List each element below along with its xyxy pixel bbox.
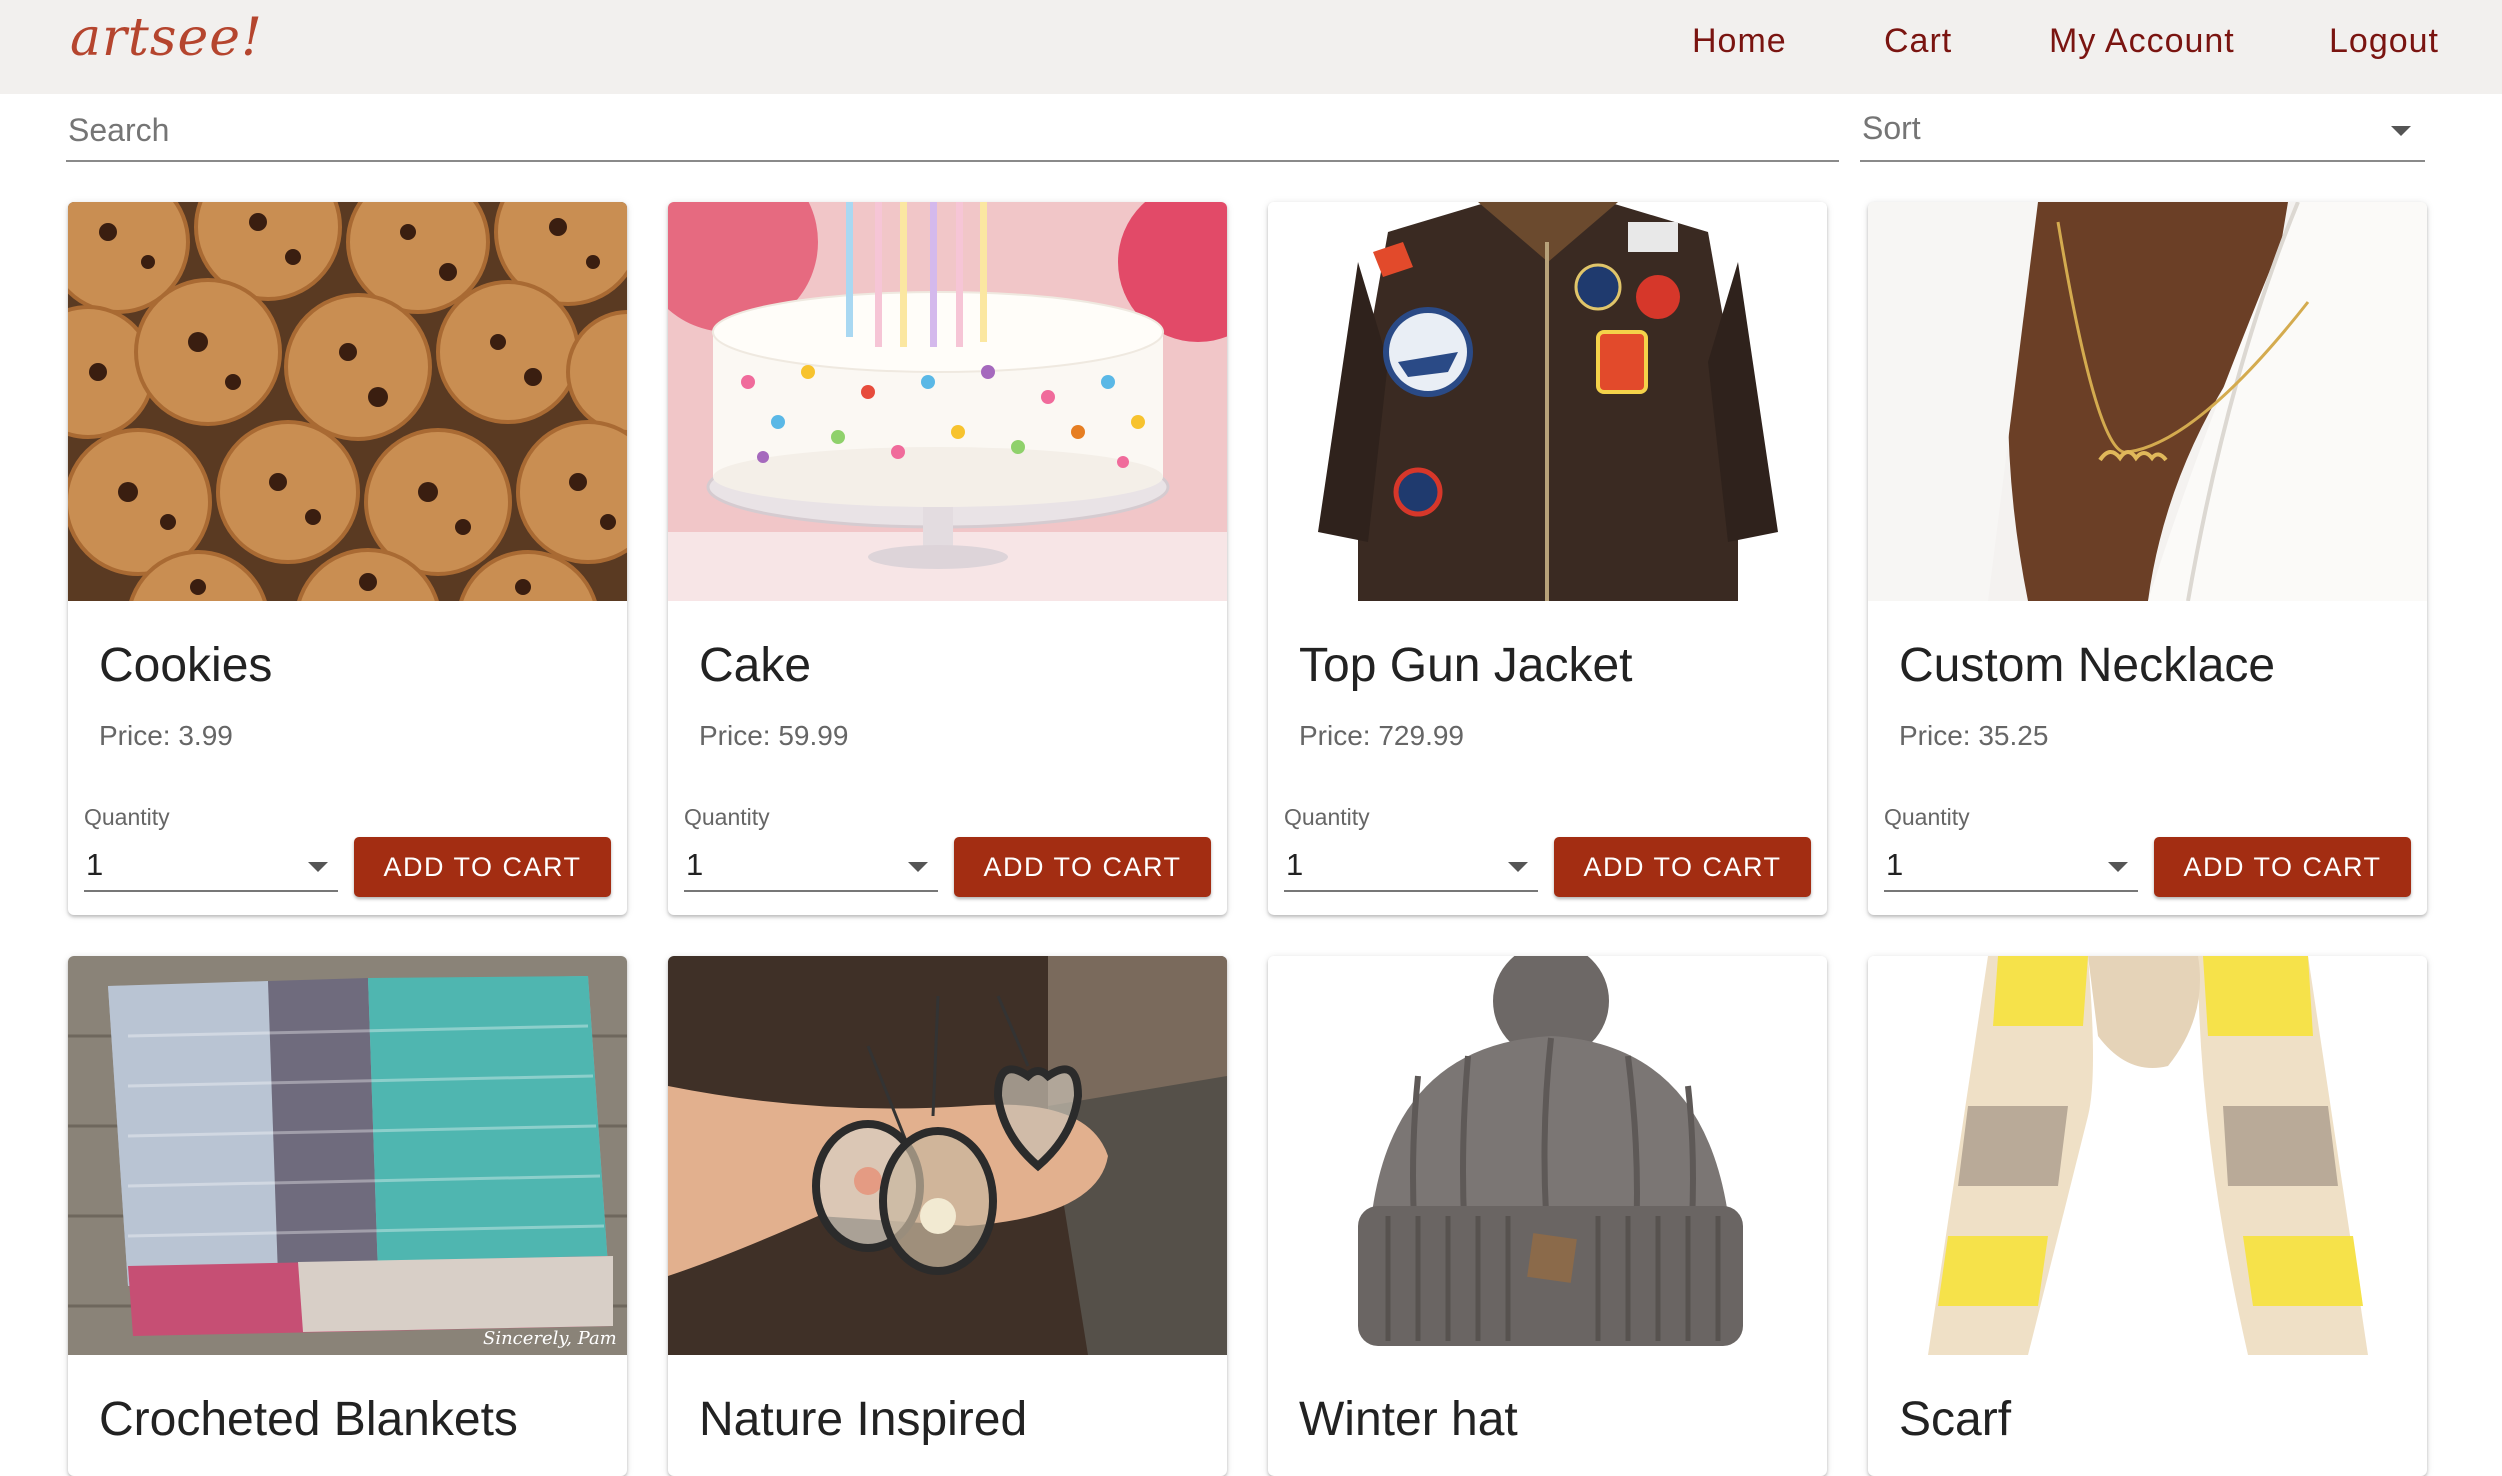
product-price: Price: 3.99: [99, 720, 233, 751]
product-card: Cake Price: 59.99 Quantity 1 ADD TO CART: [668, 202, 1227, 915]
sort-label: Sort: [1862, 110, 1921, 146]
chevron-down-icon: [2391, 126, 2411, 136]
product-price: Price: 729.99: [1299, 720, 1464, 751]
search-input[interactable]: [66, 108, 1839, 152]
quantity-select[interactable]: 1: [1884, 835, 2138, 892]
quantity-label: Quantity: [1884, 804, 1970, 830]
quantity-select[interactable]: 1: [84, 835, 338, 892]
product-card: Scarf: [1868, 956, 2427, 1476]
search-field: [66, 100, 1839, 162]
nav-home-link[interactable]: Home: [1692, 22, 1787, 61]
quantity-label: Quantity: [84, 804, 170, 830]
product-image: [668, 956, 1227, 1355]
quantity-value: 1: [686, 847, 704, 882]
product-title[interactable]: Cookies: [99, 638, 272, 693]
quantity-value: 1: [86, 847, 104, 882]
chevron-down-icon: [2108, 862, 2128, 872]
product-image: [1868, 956, 2427, 1355]
product-title[interactable]: Cake: [699, 638, 811, 693]
product-image: [1868, 202, 2427, 601]
product-title[interactable]: Crocheted Blankets: [99, 1392, 518, 1447]
sort-select[interactable]: Sort: [1860, 100, 2425, 162]
product-title[interactable]: Custom Necklace: [1899, 638, 2275, 693]
quantity-value: 1: [1286, 847, 1304, 882]
chevron-down-icon: [908, 862, 928, 872]
add-to-cart-button[interactable]: ADD TO CART: [1554, 837, 1811, 897]
product-image: Sincerely, Pam: [68, 956, 627, 1355]
quantity-label: Quantity: [684, 804, 770, 830]
nav-logout-link[interactable]: Logout: [2329, 22, 2439, 61]
product-title[interactable]: Winter hat: [1299, 1392, 1518, 1447]
quantity-value: 1: [1886, 847, 1904, 882]
product-image: [68, 202, 627, 601]
product-card: Custom Necklace Price: 35.25 Quantity 1 …: [1868, 202, 2427, 915]
add-to-cart-button[interactable]: ADD TO CART: [354, 837, 611, 897]
quantity-select[interactable]: 1: [1284, 835, 1538, 892]
product-title[interactable]: Scarf: [1899, 1392, 2011, 1447]
product-card: Winter hat: [1268, 956, 1827, 1476]
quantity-label: Quantity: [1284, 804, 1370, 830]
chevron-down-icon: [1508, 862, 1528, 872]
nav-my-account-link[interactable]: My Account: [2049, 22, 2235, 61]
product-title[interactable]: Top Gun Jacket: [1299, 638, 1633, 693]
product-card: Cookies Price: 3.99 Quantity 1 ADD TO CA…: [68, 202, 627, 915]
product-image: [668, 202, 1227, 601]
product-card: Nature Inspired: [668, 956, 1227, 1476]
watermark: Sincerely, Pam: [483, 1328, 617, 1349]
product-card: Top Gun Jacket Price: 729.99 Quantity 1 …: [1268, 202, 1827, 915]
product-title[interactable]: Nature Inspired: [699, 1392, 1027, 1447]
top-nav-bar: artsee! Home Cart My Account Logout: [0, 0, 2502, 94]
quantity-select[interactable]: 1: [684, 835, 938, 892]
product-image: [1268, 202, 1827, 601]
chevron-down-icon: [308, 862, 328, 872]
product-card: Sincerely, Pam Crocheted Blankets: [68, 956, 627, 1476]
add-to-cart-button[interactable]: ADD TO CART: [954, 837, 1211, 897]
brand-logo[interactable]: artsee!: [70, 8, 263, 68]
product-image: [1268, 956, 1827, 1355]
add-to-cart-button[interactable]: ADD TO CART: [2154, 837, 2411, 897]
product-price: Price: 35.25: [1899, 720, 2049, 751]
product-price: Price: 59.99: [699, 720, 849, 751]
nav-cart-link[interactable]: Cart: [1884, 22, 1952, 61]
